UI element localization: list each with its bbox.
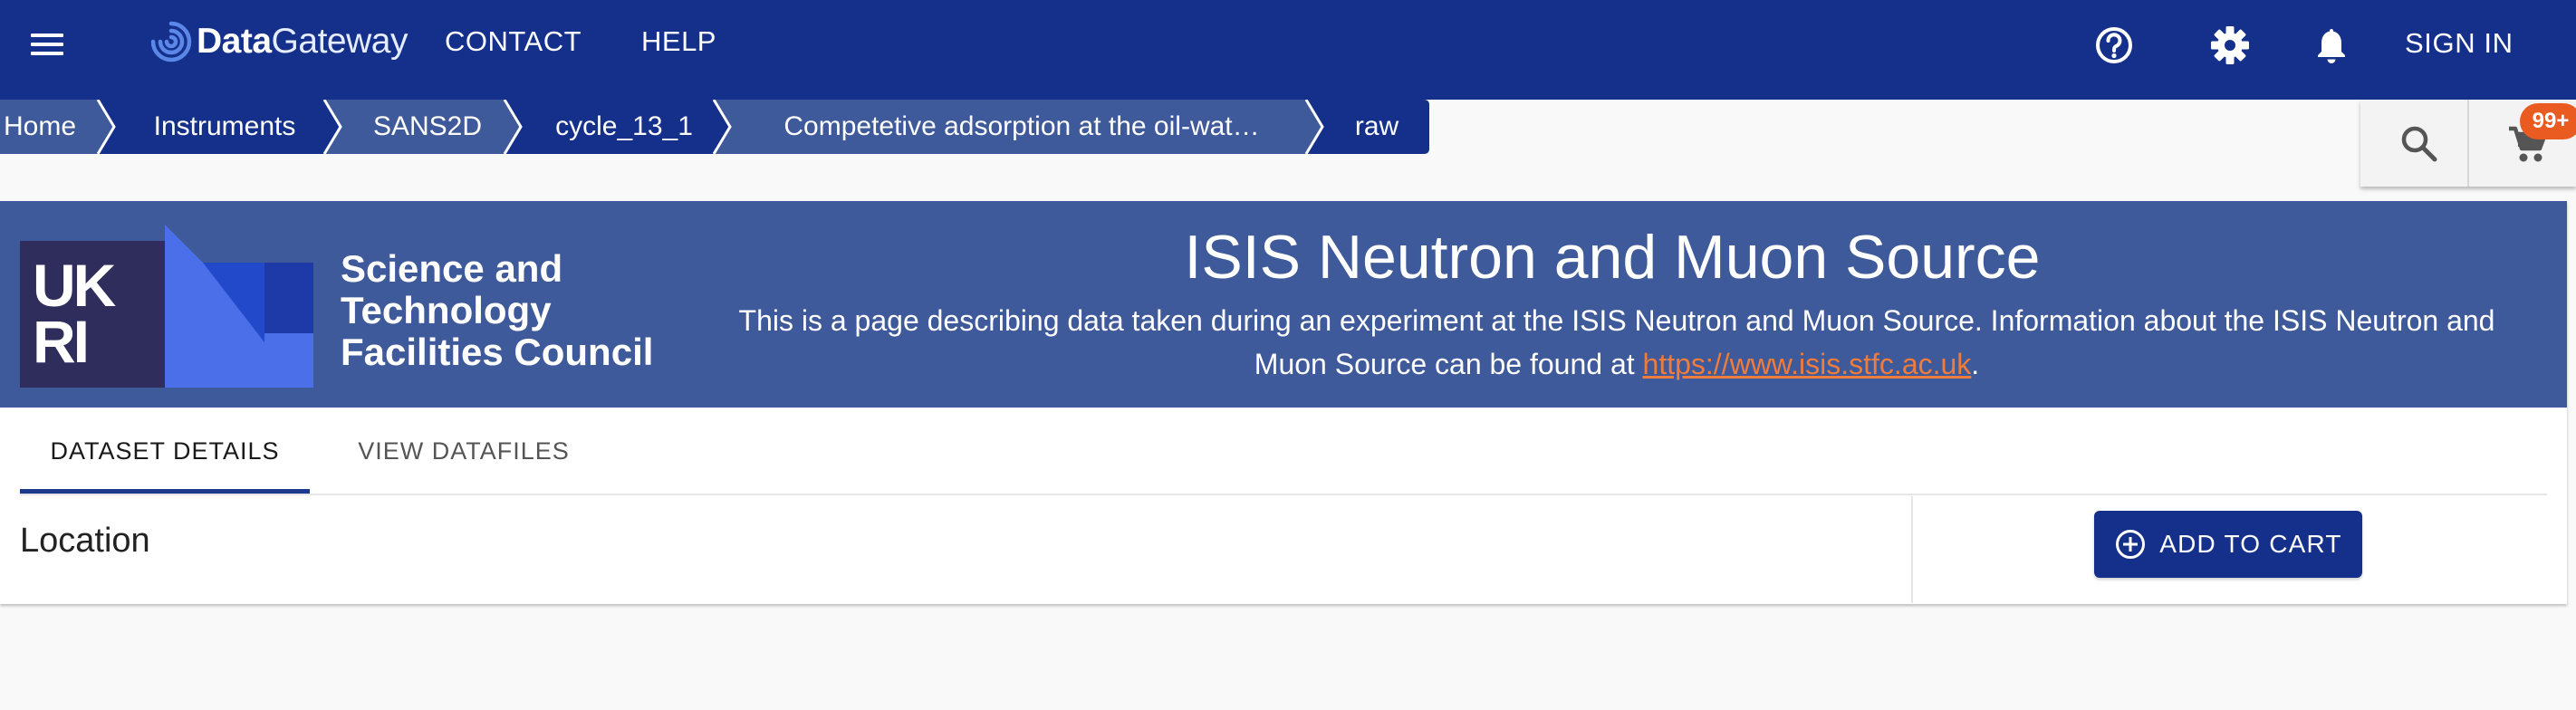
ukri-logo-text: UK RI <box>33 252 116 375</box>
menu-icon[interactable] <box>29 24 69 64</box>
org-name-line-3: Facilities Council <box>341 331 654 373</box>
org-name: Science and Technology Facilities Counci… <box>341 248 685 373</box>
breadcrumb-dataset: raw <box>1354 111 1399 141</box>
column-divider <box>1911 496 1913 603</box>
help-circle-icon[interactable] <box>2091 22 2138 69</box>
search-icon[interactable] <box>2395 120 2444 168</box>
datagateway-logo[interactable]: DataGateway <box>148 18 408 65</box>
nav-contact[interactable]: CONTACT <box>445 25 582 58</box>
tab-view-datafiles[interactable]: VIEW DATAFILES <box>328 408 600 494</box>
breadcrumb-instruments[interactable]: Instruments <box>125 100 324 154</box>
facility-link[interactable]: https://www.isis.stfc.ac.uk <box>1643 348 1972 380</box>
sign-in-button[interactable]: SIGN IN <box>2405 27 2514 60</box>
cart-count-badge: 99+ <box>2520 103 2576 139</box>
logo-text-bold: Data <box>197 22 272 61</box>
stfc-logo-mark <box>165 225 313 388</box>
app-bar: DataGateway CONTACT HELP SIGN IN <box>0 0 2576 100</box>
ukri-logo: UK RI <box>20 241 165 388</box>
nav-help[interactable]: HELP <box>641 25 716 58</box>
gear-icon[interactable] <box>2206 22 2254 69</box>
breadcrumb-cycle[interactable]: cycle_13_1 <box>531 100 717 154</box>
datagateway-swirl-icon <box>150 21 192 62</box>
add-circle-icon <box>2116 530 2146 559</box>
facility-description-text: This is a page describing data taken dur… <box>738 304 2495 380</box>
org-name-line-2: Technology <box>341 289 552 331</box>
breadcrumb-home[interactable]: Home <box>0 100 80 154</box>
tool-divider <box>2467 100 2469 187</box>
logo-text-light: Gateway <box>271 22 409 61</box>
facility-description: This is a page describing data taken dur… <box>716 299 2518 386</box>
tab-dataset-details[interactable]: DATASET DETAILS <box>20 408 310 494</box>
section-title-location: Location <box>20 522 150 560</box>
facility-banner: UK RI Science and Technology Facilities … <box>0 201 2567 408</box>
facility-title: ISIS Neutron and Muon Source <box>1184 223 2041 292</box>
breadcrumb-investigation[interactable]: Competetive adsorption at the oil-wat… <box>741 100 1302 154</box>
facility-description-end: . <box>1971 348 1980 380</box>
breadcrumb-instrument[interactable]: SANS2D <box>350 100 505 154</box>
org-name-line-1: Science and <box>341 247 563 290</box>
bell-icon[interactable] <box>2308 22 2355 69</box>
dataset-card: UK RI Science and Technology Facilities … <box>0 201 2567 604</box>
add-to-cart-label: ADD TO CART <box>2159 530 2342 558</box>
tabs-divider <box>20 494 2547 495</box>
add-to-cart-button[interactable]: ADD TO CART <box>2094 511 2362 578</box>
